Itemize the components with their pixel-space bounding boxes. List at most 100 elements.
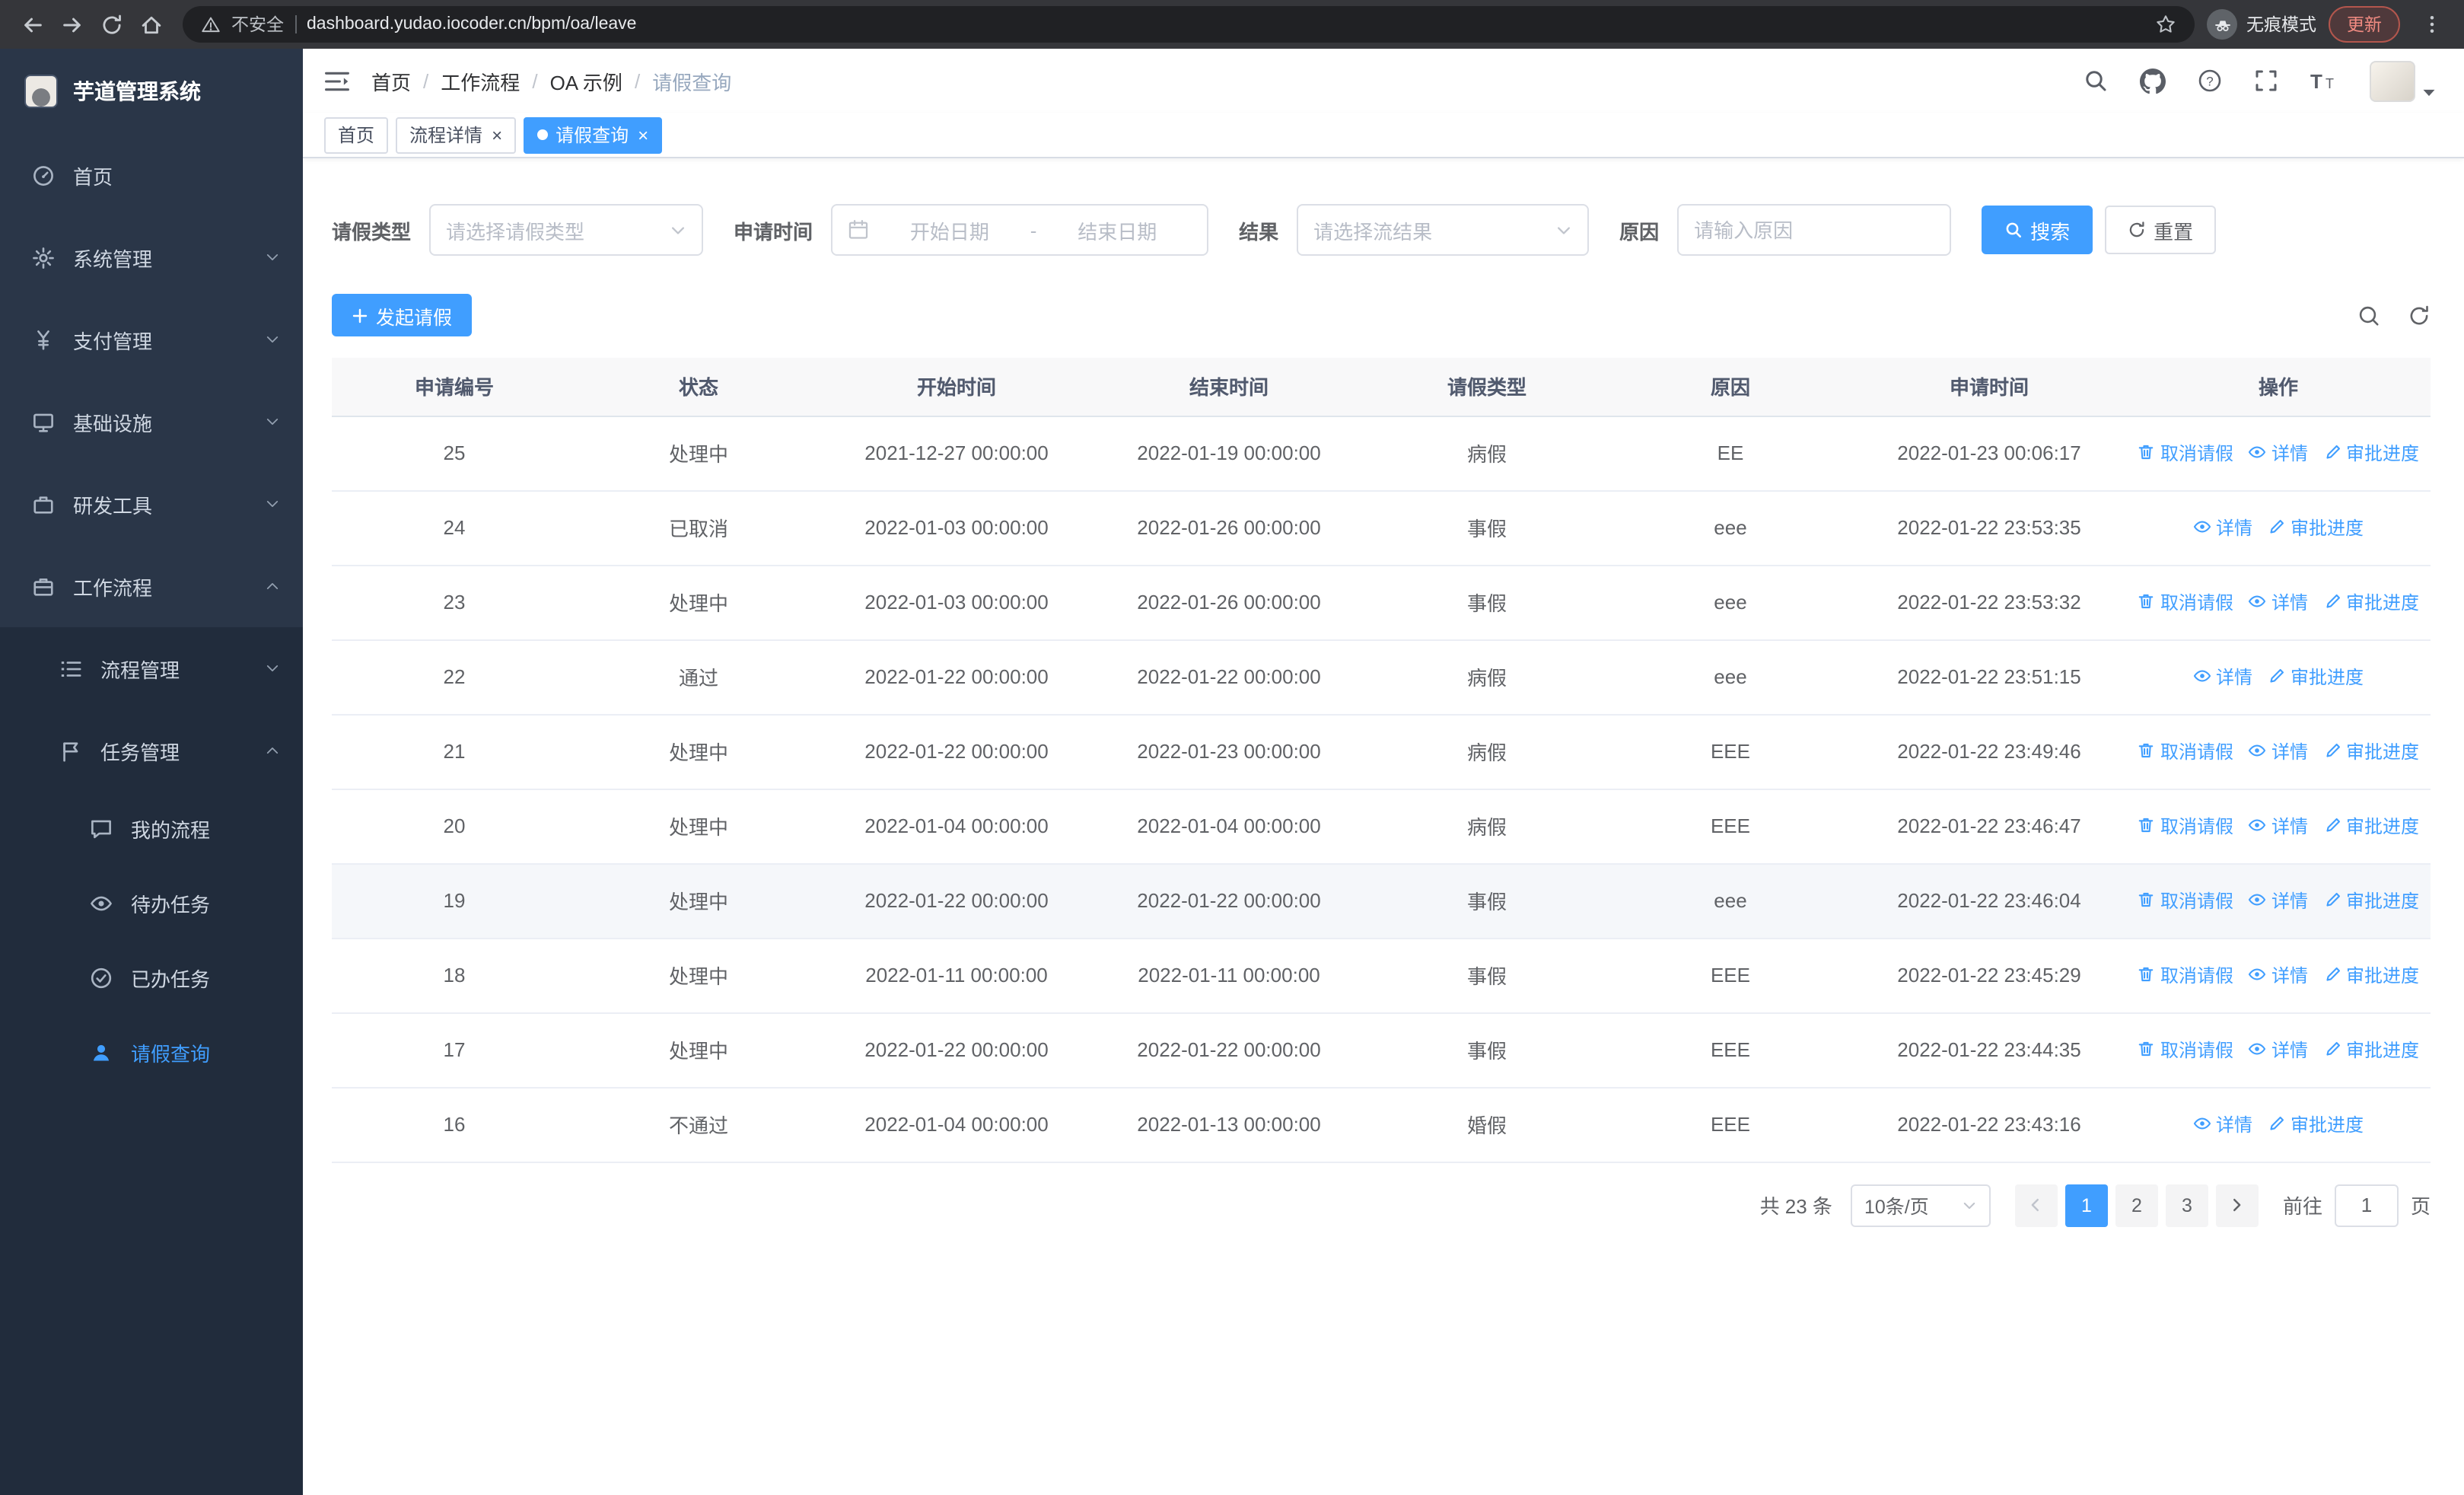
user-avatar[interactable] <box>2370 60 2437 101</box>
goto-page-input[interactable] <box>2334 1184 2399 1226</box>
action-detail-link[interactable]: 详情 <box>2249 589 2308 615</box>
action-detail-link[interactable]: 详情 <box>2193 515 2252 540</box>
breadcrumb-item[interactable]: 工作流程 <box>441 66 520 95</box>
action-progress-link[interactable]: 审批进度 <box>2323 888 2419 913</box>
action-progress-link[interactable]: 审批进度 <box>2323 440 2419 466</box>
browser-forward-icon[interactable] <box>52 5 91 44</box>
cell-id: 16 <box>332 1087 577 1162</box>
eye-icon <box>2249 817 2267 835</box>
sidebar-item-process-management[interactable]: 流程管理 <box>0 627 303 709</box>
tab-leave-query[interactable]: 请假查询 × <box>524 116 663 153</box>
create-leave-button[interactable]: 发起请假 <box>332 294 473 336</box>
page-button-2[interactable]: 2 <box>2115 1184 2158 1226</box>
reason-input[interactable] <box>1677 204 1952 256</box>
action-label: 详情 <box>2271 741 2308 763</box>
reset-button[interactable]: 重置 <box>2105 206 2217 254</box>
app-logo[interactable]: 芋道管理系统 <box>0 49 303 134</box>
browser-menu-icon[interactable] <box>2412 5 2452 44</box>
action-progress-link[interactable]: 审批进度 <box>2268 664 2364 690</box>
browser-home-icon[interactable] <box>131 5 170 44</box>
pagination: 共 23 条 10条/页 123 前往 1 页 <box>332 1184 2431 1226</box>
browser-update-button[interactable]: 更新 <box>2329 6 2400 43</box>
browser-back-icon[interactable] <box>12 5 52 44</box>
cell-id: 20 <box>332 789 577 864</box>
cell-actions: 详情 审批进度 <box>2126 639 2431 715</box>
page-button-3[interactable]: 3 <box>2165 1184 2208 1226</box>
cell-applied: 2022-01-22 23:43:16 <box>1852 1087 2126 1162</box>
action-progress-link[interactable]: 审批进度 <box>2268 515 2364 540</box>
help-icon[interactable]: ? <box>2198 69 2222 93</box>
action-detail-link[interactable]: 详情 <box>2249 888 2308 913</box>
toggle-search-icon[interactable] <box>2357 304 2380 327</box>
action-label: 取消请假 <box>2160 591 2233 614</box>
sidebar-item-infrastructure[interactable]: 基础设施 <box>0 381 303 463</box>
cell-applied: 2022-01-23 00:06:17 <box>1852 416 2126 491</box>
action-detail-link[interactable]: 详情 <box>2249 738 2308 764</box>
action-progress-link[interactable]: 审批进度 <box>2323 738 2419 764</box>
search-button[interactable]: 搜索 <box>1982 206 2093 254</box>
browser-reload-icon[interactable] <box>91 5 131 44</box>
leave-type-select[interactable]: 请选择请假类型 <box>429 204 704 256</box>
eye-icon <box>2249 444 2267 462</box>
bookmark-star-icon[interactable] <box>2155 14 2176 35</box>
action-progress-link[interactable]: 审批进度 <box>2323 1037 2419 1063</box>
action-cancel-link[interactable]: 取消请假 <box>2138 589 2233 615</box>
action-cancel-link[interactable]: 取消请假 <box>2138 962 2233 988</box>
cell-type: 事假 <box>1365 1012 1609 1088</box>
action-progress-link[interactable]: 审批进度 <box>2323 589 2419 615</box>
sidebar-item-system-management[interactable]: 系统管理 <box>0 216 303 298</box>
tab-process-detail[interactable]: 流程详情 × <box>396 116 517 153</box>
action-detail-link[interactable]: 详情 <box>2249 962 2308 988</box>
action-detail-link[interactable]: 详情 <box>2249 813 2308 839</box>
incognito-label: 无痕模式 <box>2246 17 2316 35</box>
warning-icon <box>201 14 221 34</box>
cell-reason: EEE <box>1609 938 1852 1013</box>
sidebar-item-done-tasks[interactable]: 已办任务 <box>0 941 303 1015</box>
action-progress-link[interactable]: 审批进度 <box>2323 813 2419 839</box>
breadcrumb-item[interactable]: 首页 <box>371 66 411 95</box>
action-detail-link[interactable]: 详情 <box>2193 664 2252 690</box>
sidebar-item-dev-tools[interactable]: 研发工具 <box>0 463 303 545</box>
page-button-1[interactable]: 1 <box>2064 1184 2108 1226</box>
tab-close-icon[interactable]: × <box>638 126 648 144</box>
action-cancel-link[interactable]: 取消请假 <box>2138 1037 2233 1063</box>
sidebar-item-my-process[interactable]: 我的流程 <box>0 792 303 866</box>
cell-start: 2022-01-22 00:00:00 <box>820 1012 1093 1088</box>
tab-home[interactable]: 首页 <box>324 116 389 153</box>
github-icon[interactable] <box>2140 68 2166 94</box>
fullscreen-icon[interactable] <box>2254 69 2278 93</box>
action-cancel-link[interactable]: 取消请假 <box>2138 813 2233 839</box>
svg-text:?: ? <box>2206 74 2213 88</box>
sidebar-item-leave-query[interactable]: 请假查询 <box>0 1015 303 1090</box>
infra-icon <box>30 410 56 433</box>
table-header-row: 申请编号 状态 开始时间 结束时间 请假类型 原因 申请时间 操作 <box>332 358 2431 416</box>
sidebar-item-payment-management[interactable]: 支付管理 <box>0 298 303 381</box>
action-cancel-link[interactable]: 取消请假 <box>2138 888 2233 913</box>
result-select[interactable]: 请选择流结果 <box>1297 204 1590 256</box>
action-cancel-link[interactable]: 取消请假 <box>2138 440 2233 466</box>
font-size-icon[interactable]: TT <box>2310 70 2338 91</box>
column-header: 操作 <box>2126 358 2431 416</box>
action-progress-link[interactable]: 审批进度 <box>2268 1111 2364 1137</box>
goto-label: 前往 <box>2282 1195 2322 1218</box>
action-progress-link[interactable]: 审批进度 <box>2323 962 2419 988</box>
sidebar-collapse-icon[interactable] <box>324 69 350 92</box>
action-detail-link[interactable]: 详情 <box>2249 1037 2308 1063</box>
action-detail-link[interactable]: 详情 <box>2249 440 2308 466</box>
sidebar-item-todo-tasks[interactable]: 待办任务 <box>0 866 303 941</box>
next-page-button[interactable] <box>2215 1184 2259 1226</box>
sidebar-item-task-management[interactable]: 任务管理 <box>0 709 303 792</box>
search-icon[interactable] <box>2084 69 2108 93</box>
sidebar-item-home[interactable]: 首页 <box>0 134 303 216</box>
cell-start: 2022-01-04 00:00:00 <box>820 1087 1093 1162</box>
page-size-select[interactable]: 10条/页 <box>1850 1184 1991 1226</box>
prev-page-button[interactable] <box>2014 1184 2058 1226</box>
apply-time-range-picker[interactable]: 开始日期 - 结束日期 <box>831 204 1209 256</box>
browser-address-bar[interactable]: 不安全 dashboard.yudao.iocoder.cn/bpm/oa/le… <box>183 6 2195 43</box>
refresh-table-icon[interactable] <box>2408 304 2431 327</box>
breadcrumb-item[interactable]: OA 示例 <box>550 66 622 95</box>
sidebar-item-workflow[interactable]: 工作流程 <box>0 545 303 627</box>
action-detail-link[interactable]: 详情 <box>2193 1111 2252 1137</box>
action-cancel-link[interactable]: 取消请假 <box>2138 738 2233 764</box>
tab-close-icon[interactable]: × <box>492 126 502 144</box>
